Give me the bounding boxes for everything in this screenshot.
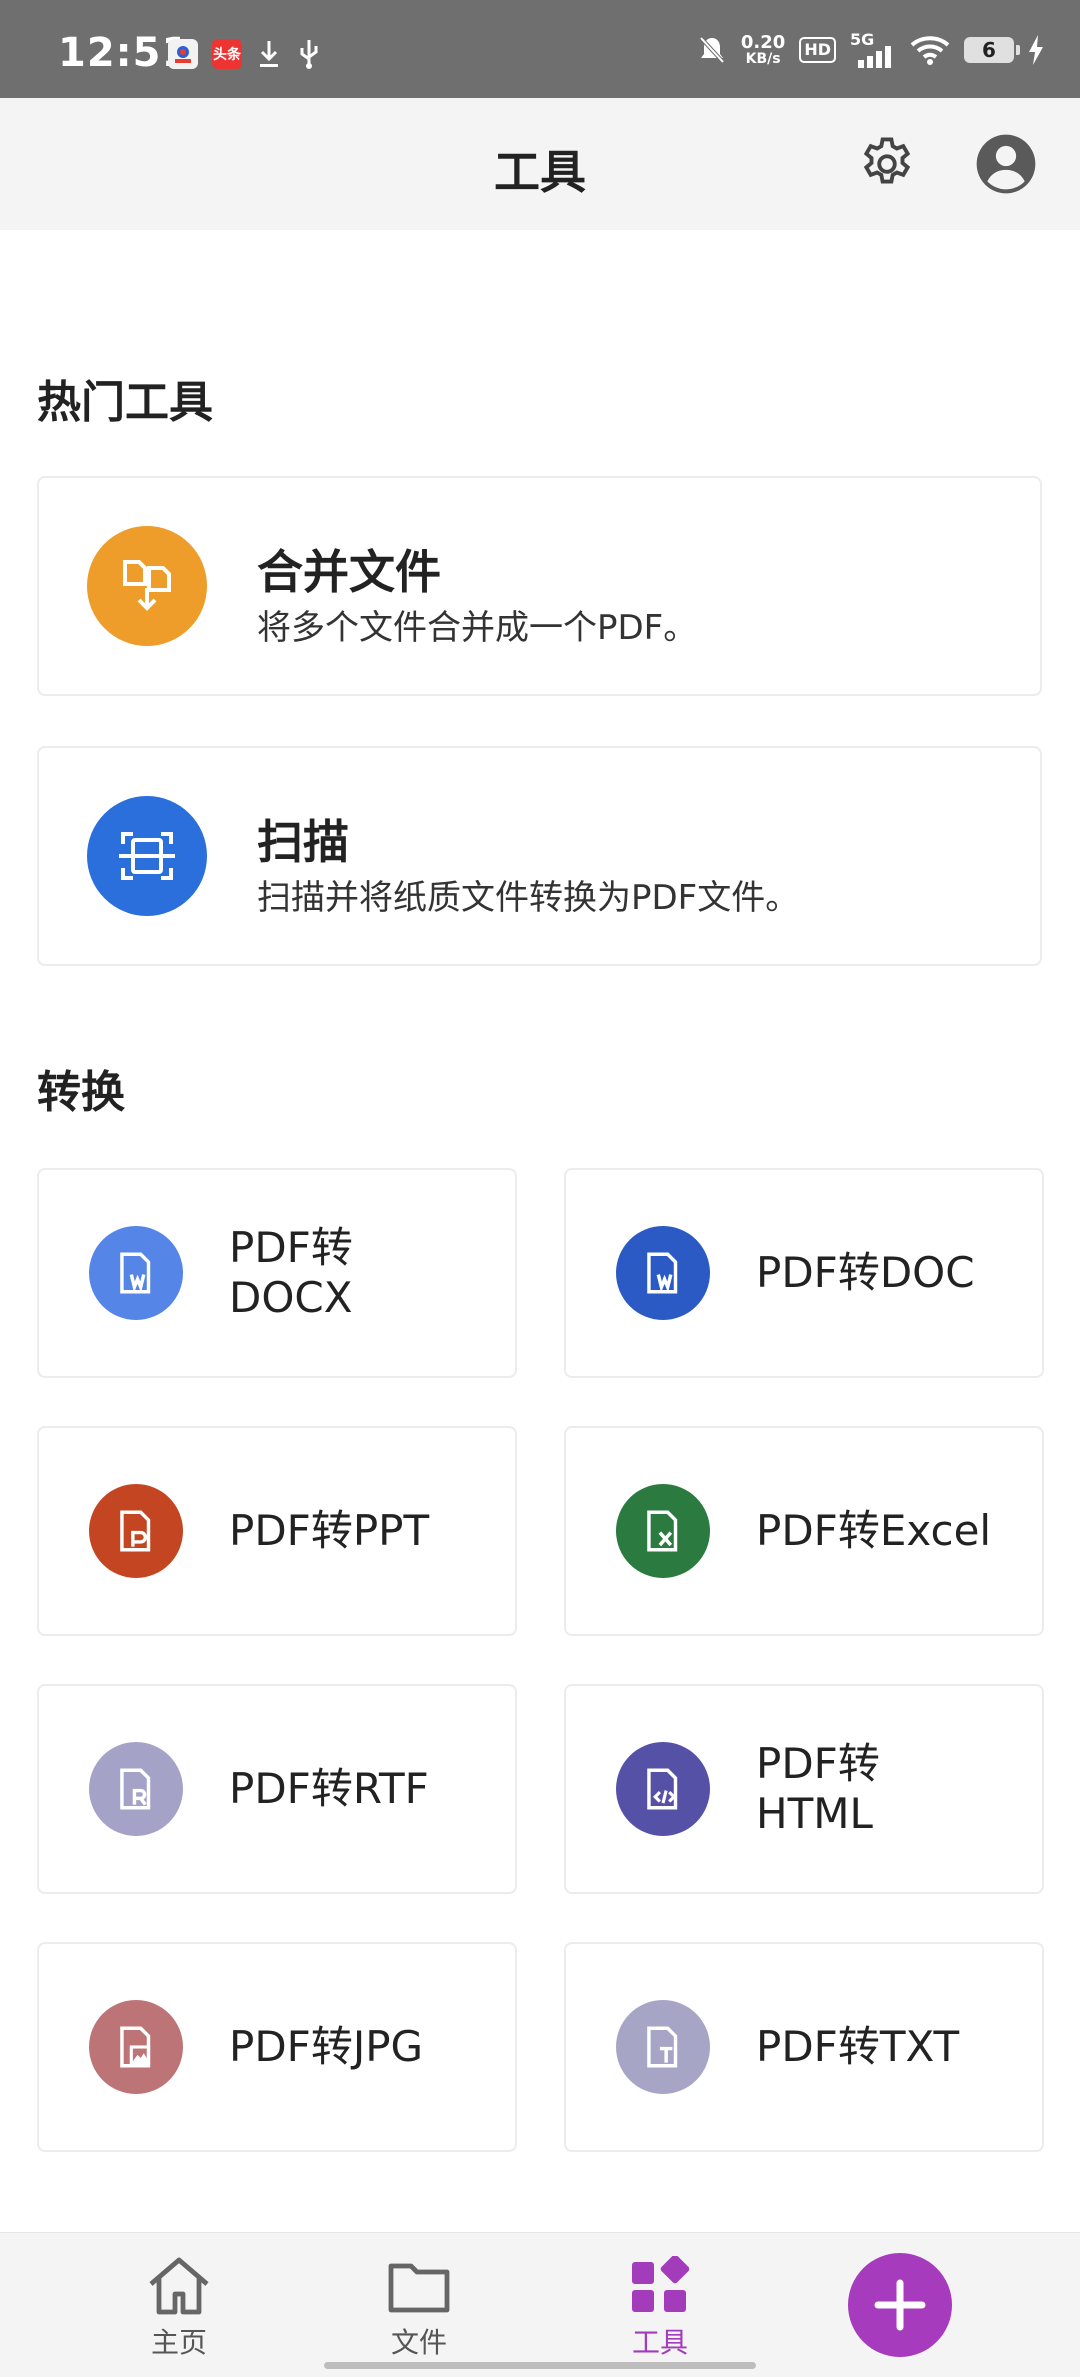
ppt-doc-icon — [120, 1510, 151, 1552]
home-indicator[interactable] — [324, 2362, 756, 2369]
image-doc-icon — [120, 2026, 151, 2068]
hd-badge: HD — [799, 37, 836, 63]
home-icon — [149, 2257, 209, 2315]
scan-icon-wrap — [87, 796, 207, 916]
nav-files-label: 文件 — [390, 2326, 447, 2359]
hot-tools-heading: 热门工具 — [37, 377, 213, 428]
notification-icons: 头条 — [168, 38, 322, 70]
pdf-to-docx-icon — [89, 1226, 183, 1320]
convert-heading: 转换 — [37, 1067, 125, 1118]
tools-grid-icon — [632, 2256, 690, 2312]
status-bar: 12:51 头条 0.20 KB/s HD 5G 6 — [0, 0, 1080, 98]
account-button[interactable] — [970, 128, 1042, 200]
download-icon — [260, 41, 278, 67]
pdf-to-doc-card[interactable]: PDF转DOC — [564, 1168, 1044, 1378]
pdf-to-html-label: PDF转 HTML — [756, 1739, 880, 1838]
mute-bell-icon — [699, 36, 725, 64]
word-doc-icon — [120, 1252, 151, 1294]
pdf-to-excel-card[interactable]: PDF转Excel — [564, 1426, 1044, 1636]
pdf-to-html-card[interactable]: PDF转 HTML — [564, 1684, 1044, 1894]
pdf-to-txt-label: PDF转TXT — [756, 2022, 960, 2071]
rtf-doc-icon — [120, 1768, 151, 1810]
scan-icon — [119, 832, 175, 880]
pdf-to-rtf-label: PDF转RTF — [229, 1764, 429, 1813]
plus-icon — [874, 2279, 926, 2331]
usb-icon — [300, 40, 318, 69]
pdf-to-rtf-icon — [89, 1742, 183, 1836]
pdf-to-excel-icon — [616, 1484, 710, 1578]
text-doc-icon — [647, 2026, 678, 2068]
gear-icon — [863, 137, 911, 184]
merge-files-card[interactable]: 合并文件 将多个文件合并成一个PDF。 — [37, 476, 1042, 696]
merge-files-icon — [87, 526, 207, 646]
pdf-to-docx-label: PDF转 DOCX — [229, 1223, 353, 1322]
folder-icon — [388, 2263, 450, 2313]
pdf-to-doc-icon — [616, 1226, 710, 1320]
nav-tools[interactable]: 工具 — [600, 2253, 720, 2361]
pdf-to-excel-label: PDF转Excel — [756, 1506, 992, 1555]
pdf-to-ppt-card[interactable]: PDF转PPT — [37, 1426, 517, 1636]
excel-doc-icon — [647, 1510, 678, 1552]
signal-indicator: 5G — [850, 32, 896, 68]
pdf-to-txt-card[interactable]: PDF转TXT — [564, 1942, 1044, 2152]
pdf-to-jpg-icon — [89, 2000, 183, 2094]
pdf-to-html-icon — [616, 1742, 710, 1836]
pdf-to-doc-label: PDF转DOC — [756, 1248, 975, 1297]
pdf-to-ppt-icon — [89, 1484, 183, 1578]
word-doc-icon — [647, 1252, 678, 1294]
merge-files-desc: 将多个文件合并成一个PDF。 — [257, 608, 698, 648]
charging-icon — [1029, 35, 1043, 65]
top-app-bar: 工具 — [0, 98, 1080, 230]
nav-home-label: 主页 — [150, 2326, 207, 2359]
code-doc-icon — [647, 1768, 678, 1810]
wifi-icon — [910, 36, 950, 65]
status-right-icons: 0.20 KB/s HD 5G 6 — [697, 30, 1044, 70]
settings-button[interactable] — [851, 128, 923, 200]
merge-files-title: 合并文件 — [257, 545, 441, 599]
battery-indicator: 6 — [964, 37, 1020, 63]
bottom-navigation: 主页 文件 工具 — [0, 2232, 1080, 2377]
pdf-to-docx-card[interactable]: PDF转 DOCX — [37, 1168, 517, 1378]
nav-tools-label: 工具 — [631, 2326, 688, 2359]
merge-icon — [123, 560, 171, 611]
pdf-to-jpg-card[interactable]: PDF转JPG — [37, 1942, 517, 2152]
toutiao-notification-icon: 头条 — [212, 39, 242, 69]
pdf-to-jpg-label: PDF转JPG — [229, 2022, 424, 2071]
signal-icon — [858, 46, 891, 68]
user-avatar-icon — [976, 134, 1036, 194]
net-speed: 0.20 KB/s — [740, 32, 786, 67]
scan-title: 扫描 — [257, 815, 349, 869]
pdf-to-rtf-card[interactable]: PDF转RTF — [37, 1684, 517, 1894]
add-fab-button[interactable] — [848, 2253, 952, 2357]
app-notification-icon — [168, 39, 198, 69]
nav-files[interactable]: 文件 — [359, 2253, 479, 2361]
scan-desc: 扫描并将纸质文件转换为PDF文件。 — [257, 878, 800, 918]
scan-card[interactable]: 扫描 扫描并将纸质文件转换为PDF文件。 — [37, 746, 1042, 966]
nav-home[interactable]: 主页 — [119, 2253, 239, 2361]
pdf-to-ppt-label: PDF转PPT — [229, 1506, 430, 1555]
pdf-to-txt-icon — [616, 2000, 710, 2094]
